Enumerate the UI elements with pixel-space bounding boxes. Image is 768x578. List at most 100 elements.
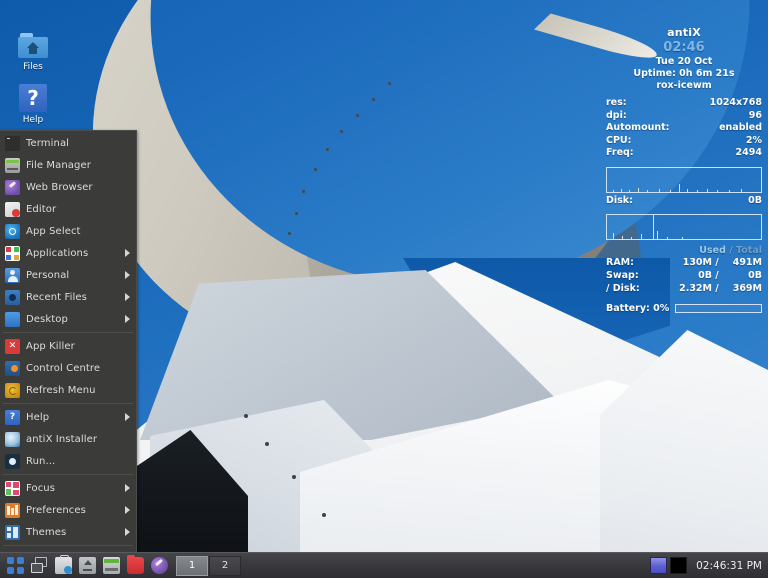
- desktop-screen: Files ? Help antiX 02:46 Tue 20 Oct Upti…: [0, 0, 768, 578]
- menu-separator: [3, 403, 133, 404]
- conky-stat-row: dpi: 96: [606, 110, 762, 123]
- themes-icon: [5, 524, 20, 540]
- eject-icon: [78, 557, 96, 574]
- help-icon: ?: [5, 409, 20, 425]
- preferences-icon: [5, 502, 20, 518]
- tray-terminal-icon[interactable]: [670, 557, 688, 574]
- conky-stat-row: res: 1024x768: [606, 97, 762, 110]
- conky-memory-sep: /: [715, 257, 719, 268]
- menu-item-app-select[interactable]: App Select: [0, 220, 136, 242]
- web-browser-icon: [5, 179, 20, 195]
- menu-item-label: Applications: [26, 247, 89, 259]
- icewm-root-menu[interactable]: Terminal File Manager Web Browser Editor…: [0, 130, 137, 572]
- menu-item-app-killer[interactable]: ✕ App Killer: [0, 335, 136, 357]
- wallpaper-bolt: [326, 148, 329, 151]
- menu-item-help[interactable]: ? Help: [0, 406, 136, 428]
- menu-separator: [3, 332, 133, 333]
- menu-item-preferences[interactable]: Preferences: [0, 499, 136, 521]
- wallpaper-bolt: [322, 513, 326, 517]
- chevron-right-icon: [125, 315, 130, 323]
- file-manager-icon: [102, 557, 120, 574]
- menu-item-themes[interactable]: Themes: [0, 521, 136, 543]
- menu-item-personal[interactable]: Personal: [0, 264, 136, 286]
- conky-stat-key: res:: [606, 97, 627, 108]
- menu-item-desktop[interactable]: Desktop: [0, 308, 136, 330]
- menu-item-control-centre[interactable]: Control Centre: [0, 357, 136, 379]
- taskbar-toolbox-button[interactable]: [52, 555, 74, 577]
- wallpaper-bolt: [340, 130, 343, 133]
- taskbar-folder-button[interactable]: [124, 555, 146, 577]
- conky-memory-header-total: Total: [736, 245, 762, 256]
- conky-memory-total: 0B: [748, 270, 762, 281]
- folder-home-icon: [16, 30, 50, 60]
- conky-stat-value: 2%: [745, 134, 762, 146]
- chevron-right-icon: [125, 528, 130, 536]
- desktop-icon: [5, 311, 20, 327]
- conky-date: Tue 20 Oct: [655, 56, 713, 67]
- taskbar-web-browser-button[interactable]: [148, 555, 170, 577]
- web-browser-icon: [150, 557, 168, 574]
- conky-memory-row: Swap: 0B / 0B: [606, 269, 762, 282]
- file-manager-icon: [5, 157, 20, 173]
- conky-disk-graph: [606, 214, 762, 240]
- wallpaper-bolt: [295, 212, 298, 215]
- conky-stat-row: CPU: 2%: [606, 135, 762, 148]
- taskbar-eject-button[interactable]: [76, 555, 98, 577]
- conky-stat-value: 2494: [735, 147, 762, 158]
- desktop-icon-files[interactable]: Files: [6, 30, 60, 73]
- menu-item-label: App Killer: [26, 340, 75, 352]
- tray-applet-icon[interactable]: [650, 557, 668, 574]
- conky-battery-bar: [675, 304, 762, 313]
- menu-item-label: File Manager: [26, 159, 91, 171]
- menu-item-focus[interactable]: Focus: [0, 477, 136, 499]
- menu-item-file-manager[interactable]: File Manager: [0, 154, 136, 176]
- menu-item-applications[interactable]: Applications: [0, 242, 136, 264]
- app-select-icon: [5, 223, 20, 239]
- conky-battery: Battery: 0%: [606, 303, 762, 314]
- conky-stats-list: res: 1024x768 dpi: 96 Automount: enabled…: [606, 97, 762, 160]
- menu-item-label: Control Centre: [26, 362, 101, 374]
- conky-memory-header-sep: /: [729, 245, 733, 256]
- conky-window-manager: rox-icewm: [656, 80, 712, 91]
- conky-stat-value: 1024x768: [709, 97, 762, 108]
- menu-separator: [3, 545, 133, 546]
- applications-icon: [5, 245, 20, 261]
- conky-memory-sep: /: [715, 283, 719, 294]
- workspace-button-1[interactable]: 1: [176, 555, 208, 576]
- desktop-icon-help[interactable]: ? Help: [6, 83, 60, 126]
- conky-memory-total: 491M: [732, 257, 762, 268]
- menu-item-terminal[interactable]: Terminal: [0, 132, 136, 154]
- menu-item-web-browser[interactable]: Web Browser: [0, 176, 136, 198]
- taskbar-file-manager-button[interactable]: [100, 555, 122, 577]
- personal-icon: [5, 267, 20, 283]
- taskbar-show-desktop-button[interactable]: [4, 555, 26, 577]
- workspace-button-2[interactable]: 2: [209, 555, 241, 576]
- conky-stat-key: Freq:: [606, 147, 634, 158]
- conky-title: antiX: [667, 26, 701, 39]
- terminal-icon: [5, 135, 20, 151]
- menu-item-label: Desktop: [26, 313, 68, 325]
- taskbar-window-list-button[interactable]: [28, 555, 50, 577]
- conky-stat-key: Automount:: [606, 122, 670, 133]
- taskbar-task-area[interactable]: [241, 553, 650, 578]
- conky-memory-used: 2.32M: [679, 283, 712, 294]
- conky-memory-header: Used / Total: [606, 245, 762, 256]
- desktop-icon-list: Files ? Help: [6, 30, 60, 126]
- conky-memory-key: / Disk:: [606, 283, 640, 294]
- chevron-right-icon: [125, 271, 130, 279]
- menu-item-label: Themes: [26, 526, 67, 538]
- conky-memory-section: Used / Total RAM: 130M / 491M Swap: 0B /…: [606, 245, 762, 295]
- app-killer-icon: ✕: [5, 338, 20, 354]
- menu-item-recent-files[interactable]: Recent Files: [0, 286, 136, 308]
- menu-item-refresh-menu[interactable]: Refresh Menu: [0, 379, 136, 401]
- menu-item-run[interactable]: Run...: [0, 450, 136, 472]
- taskbar-clock[interactable]: 02:46:31 PM: [692, 560, 768, 572]
- menu-item-editor[interactable]: Editor: [0, 198, 136, 220]
- run-icon: [5, 453, 20, 469]
- conky-memory-row: / Disk: 2.32M / 369M: [606, 282, 762, 295]
- conky-stat-row: Automount: enabled: [606, 122, 762, 135]
- wallpaper-bolt: [302, 190, 305, 193]
- menu-item-antix-installer[interactable]: antiX Installer: [0, 428, 136, 450]
- menu-item-label: Terminal: [26, 137, 70, 149]
- menu-item-label: Recent Files: [26, 291, 87, 303]
